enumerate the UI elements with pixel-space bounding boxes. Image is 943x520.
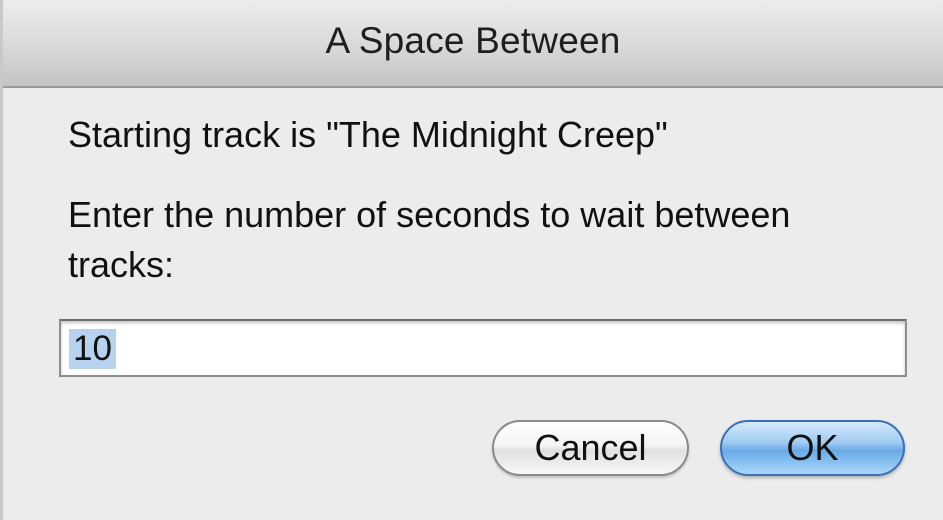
seconds-input-value: 10 xyxy=(69,329,116,369)
dialog-window: A Space Between Starting track is "The M… xyxy=(0,0,943,520)
cancel-button[interactable]: Cancel xyxy=(492,420,689,476)
title-bar[interactable]: A Space Between xyxy=(3,0,943,88)
ok-button[interactable]: OK xyxy=(720,420,905,476)
seconds-input[interactable]: 10 xyxy=(59,319,907,377)
seconds-prompt-label: Enter the number of seconds to wait betw… xyxy=(68,194,791,285)
window-title: A Space Between xyxy=(325,20,621,61)
starting-track-message: Starting track is "The Midnight Creep" xyxy=(68,114,668,155)
